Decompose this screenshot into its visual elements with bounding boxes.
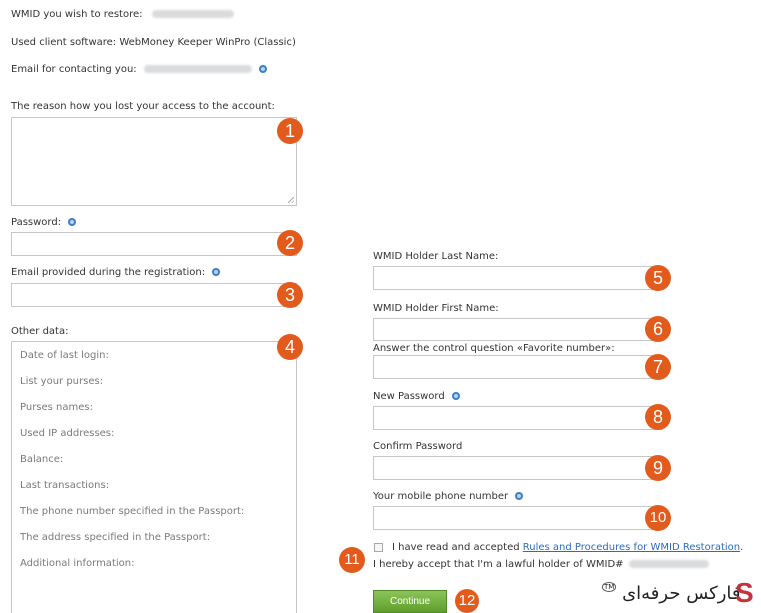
info-icon[interactable] bbox=[451, 392, 460, 400]
step-badge-3: 3 bbox=[277, 282, 303, 308]
step-badge-7: 7 bbox=[645, 354, 671, 380]
watermark-text: فارکس حرفه‌ای bbox=[622, 583, 741, 604]
step-badge-1: 1 bbox=[277, 118, 303, 144]
info-icon[interactable] bbox=[259, 65, 268, 73]
other-data-item: Balance: bbox=[20, 454, 64, 465]
step-badge-9: 9 bbox=[645, 455, 671, 481]
other-data-item: Date of last login: bbox=[20, 350, 109, 361]
email-registration-input[interactable] bbox=[11, 283, 297, 307]
software-label: Used client software: WebMoney Keeper Wi… bbox=[11, 37, 296, 48]
other-data-item: Last transactions: bbox=[20, 480, 110, 491]
first-name-input[interactable] bbox=[373, 318, 663, 341]
wmid-number-redacted bbox=[628, 560, 709, 568]
rules-link[interactable]: Rules and Procedures for WMID Restoratio… bbox=[523, 542, 740, 553]
new-password-label: New Password bbox=[373, 391, 445, 402]
accept-rules-text: I have read and accepted Rules and Proce… bbox=[392, 542, 743, 554]
password-label: Password: bbox=[11, 217, 62, 228]
other-data-item: Additional information: bbox=[20, 558, 135, 569]
info-icon[interactable] bbox=[212, 268, 221, 276]
reason-textarea[interactable] bbox=[11, 117, 297, 206]
other-data-item: List your purses: bbox=[20, 376, 104, 387]
new-password-row: New Password bbox=[373, 391, 460, 403]
info-icon[interactable] bbox=[68, 218, 77, 226]
last-name-label: WMID Holder Last Name: bbox=[373, 251, 499, 262]
reason-label: The reason how you lost your access to t… bbox=[11, 101, 275, 112]
control-question-input[interactable] bbox=[373, 355, 663, 379]
mobile-row: Your mobile phone number bbox=[373, 491, 524, 503]
wmid-row: WMID you wish to restore: bbox=[11, 9, 234, 21]
trademark-mark: TM bbox=[602, 582, 617, 592]
other-data-label: Other data: bbox=[11, 326, 69, 337]
step-badge-5: 5 bbox=[645, 265, 671, 291]
confirm-password-input[interactable] bbox=[373, 456, 663, 480]
new-password-input[interactable] bbox=[373, 406, 663, 430]
step-badge-8: 8 bbox=[645, 404, 671, 430]
logo-s-icon: S bbox=[735, 577, 754, 608]
accept-rules-prefix: I have read and accepted bbox=[392, 542, 520, 553]
mobile-input[interactable] bbox=[373, 506, 663, 530]
other-data-item: Purses names: bbox=[20, 402, 93, 413]
email-registration-label: Email provided during the registration: bbox=[11, 267, 206, 278]
control-question-label: Answer the control question «Favorite nu… bbox=[373, 343, 615, 354]
wmid-value-redacted bbox=[151, 10, 234, 18]
confirm-password-label: Confirm Password bbox=[373, 441, 463, 452]
accept-rules-suffix: . bbox=[740, 542, 744, 553]
email-registration-row: Email provided during the registration: bbox=[11, 267, 221, 279]
step-badge-4: 4 bbox=[277, 334, 303, 360]
other-data-item: Used IP addresses: bbox=[20, 428, 115, 439]
info-icon[interactable] bbox=[515, 492, 524, 500]
email-contact-row: Email for contacting you: bbox=[11, 64, 268, 76]
resize-handle-icon[interactable] bbox=[288, 197, 294, 203]
watermark-logo: TM فارکس حرفه‌ای bbox=[602, 582, 741, 604]
password-input[interactable] bbox=[11, 232, 297, 256]
step-badge-2: 2 bbox=[277, 230, 303, 256]
step-badge-11: 11 bbox=[339, 547, 365, 573]
password-row: Password: bbox=[11, 217, 77, 229]
first-name-label: WMID Holder First Name: bbox=[373, 303, 499, 314]
lawful-holder-row: I hereby accept that I'm a lawful holder… bbox=[373, 559, 709, 571]
other-data-textarea[interactable]: Date of last login: List your purses: Pu… bbox=[11, 341, 297, 613]
step-badge-12: 12 bbox=[455, 589, 479, 613]
other-data-item: The phone number specified in the Passpo… bbox=[20, 506, 245, 517]
email-contact-value-redacted bbox=[143, 65, 252, 73]
step-badge-10: 10 bbox=[645, 505, 671, 531]
step-badge-6: 6 bbox=[645, 316, 671, 342]
accept-rules-checkbox[interactable] bbox=[374, 543, 383, 552]
other-data-item: The address specified in the Passport: bbox=[20, 532, 211, 543]
wmid-label: WMID you wish to restore: bbox=[11, 9, 143, 20]
email-contact-label: Email for contacting you: bbox=[11, 64, 137, 75]
mobile-label: Your mobile phone number bbox=[373, 491, 509, 502]
continue-button[interactable]: Continue bbox=[373, 590, 447, 613]
last-name-input[interactable] bbox=[373, 266, 663, 290]
lawful-holder-text: I hereby accept that I'm a lawful holder… bbox=[373, 559, 624, 570]
